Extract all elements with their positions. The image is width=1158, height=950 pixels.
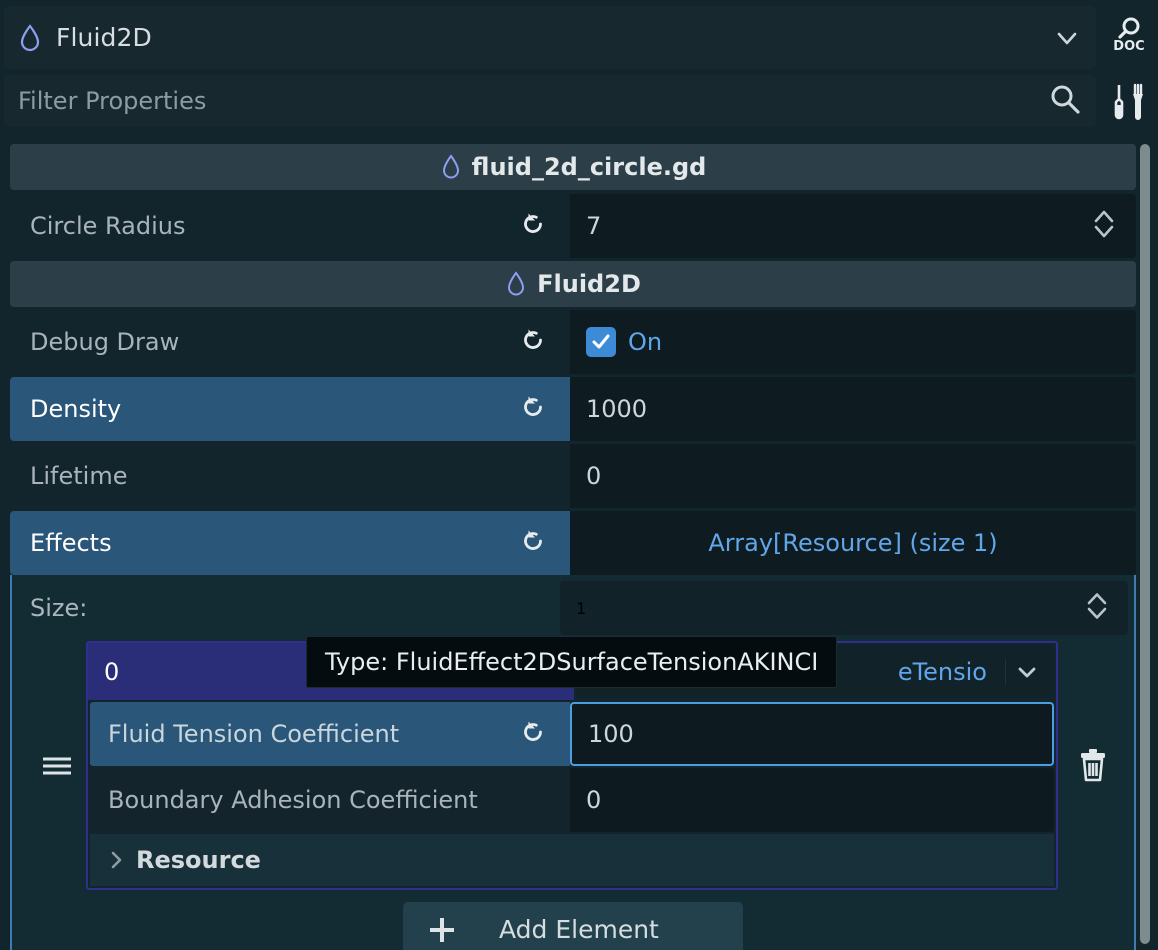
drag-handle-icon[interactable]: [28, 641, 86, 890]
property-value: 7: [586, 212, 602, 240]
array-editor: Size: 1 0 eTensio Fluid Tension Coeffici…: [10, 575, 1136, 950]
property-value: On: [628, 328, 663, 356]
property-label-cell: Circle Radius: [10, 194, 570, 258]
svg-text:DOC: DOC: [1113, 39, 1144, 54]
property-row-lifetime: Lifetime 0: [10, 444, 1136, 508]
revert-icon[interactable]: [518, 325, 548, 359]
tools-icon: [1114, 83, 1143, 120]
type-tooltip: Type: FluidEffect2DSurfaceTensionAKINCI: [306, 636, 838, 688]
array-size-label: Size:: [30, 594, 88, 622]
object-title: Fluid2D: [56, 23, 152, 52]
property-value-cell[interactable]: 1000: [570, 377, 1136, 441]
property-label: Boundary Adhesion Coefficient: [108, 786, 478, 814]
property-row-effects: Effects Array[Resource] (size 1): [10, 511, 1136, 575]
open-documentation-button[interactable]: DOC: [1100, 0, 1158, 71]
resource-expand-row[interactable]: Resource: [90, 834, 1054, 886]
property-value-input[interactable]: 100: [570, 702, 1054, 766]
property-value: 0: [586, 462, 602, 490]
property-value: 1000: [586, 395, 648, 423]
array-size-input[interactable]: 1: [560, 581, 1128, 635]
fluid-drop-icon: [18, 23, 42, 52]
chevron-down-icon[interactable]: [1005, 658, 1040, 685]
filter-row: Filter Properties: [0, 73, 1158, 131]
property-label-cell: Lifetime: [10, 444, 570, 508]
revert-icon[interactable]: [518, 392, 548, 426]
property-label-cell: Density: [10, 377, 570, 441]
property-value: 100: [588, 720, 634, 748]
revert-icon[interactable]: [518, 526, 548, 560]
revert-icon[interactable]: [518, 209, 548, 243]
property-row-circle-radius: Circle Radius 7: [10, 194, 1136, 258]
array-size-row: Size: 1: [12, 575, 1134, 641]
property-label-cell: Debug Draw: [10, 310, 570, 374]
property-value: 0: [586, 786, 602, 814]
property-label: Fluid Tension Coefficient: [108, 720, 400, 748]
vertical-scrollbar[interactable]: [1140, 144, 1150, 944]
property-label: Debug Draw: [30, 328, 180, 356]
property-label: Effects: [30, 529, 112, 557]
trash-icon: [1081, 748, 1105, 781]
property-label-cell: Boundary Adhesion Coefficient: [90, 768, 570, 832]
section-title: Fluid2D: [537, 270, 641, 298]
plus-icon: [425, 913, 459, 947]
section-title: fluid_2d_circle.gd: [471, 153, 707, 181]
add-element-label: Add Element: [499, 915, 659, 944]
filter-placeholder: Filter Properties: [18, 87, 207, 115]
chevron-down-icon[interactable]: [1052, 23, 1082, 53]
revert-icon[interactable]: [518, 717, 548, 751]
spinner-updown-icon[interactable]: [1084, 588, 1110, 628]
object-selector[interactable]: Fluid2D: [4, 6, 1096, 69]
property-label: Lifetime: [30, 462, 128, 490]
property-label-cell: Fluid Tension Coefficient: [90, 702, 570, 766]
spinner-updown-icon[interactable]: [1090, 205, 1118, 247]
section-header-script[interactable]: fluid_2d_circle.gd: [10, 144, 1136, 190]
inspector-tools-button[interactable]: [1100, 73, 1158, 131]
search-doc-icon: DOC: [1113, 17, 1145, 54]
property-label: Density: [30, 395, 122, 423]
array-summary-cell[interactable]: Array[Resource] (size 1): [570, 511, 1136, 575]
fluid-drop-icon: [440, 154, 462, 180]
property-row-fluid-tension-coefficient: Fluid Tension Coefficient 100: [90, 702, 1054, 766]
inspector-properties: fluid_2d_circle.gd Circle Radius 7 Fluid…: [0, 136, 1158, 950]
property-value-cell[interactable]: 7: [570, 194, 1136, 258]
add-element-row: Add Element: [12, 890, 1134, 950]
delete-element-button[interactable]: [1058, 641, 1128, 890]
array-element-index-label: 0: [104, 657, 120, 686]
add-element-button[interactable]: Add Element: [403, 902, 743, 950]
property-label-cell: Effects: [10, 511, 570, 575]
section-header-class[interactable]: Fluid2D: [10, 261, 1136, 307]
array-size-value: 1: [576, 598, 587, 618]
property-label: Circle Radius: [30, 212, 186, 240]
property-row-density: Density 1000: [10, 377, 1136, 441]
inspector-panel: Fluid2D DOC Filter Properties fluid_2d_c…: [0, 0, 1158, 950]
fluid-drop-icon: [505, 271, 527, 297]
chevron-right-icon[interactable]: [108, 849, 126, 871]
search-icon[interactable]: [1048, 82, 1082, 120]
resource-expand-label: Resource: [136, 846, 261, 874]
property-row-boundary-adhesion-coefficient: Boundary Adhesion Coefficient 0: [90, 768, 1054, 832]
inspector-header: Fluid2D DOC: [0, 0, 1158, 71]
array-summary: Array[Resource] (size 1): [708, 529, 998, 557]
resource-type-label: eTensio: [897, 657, 987, 686]
property-value-input[interactable]: 0: [570, 768, 1054, 832]
property-value-cell[interactable]: On: [570, 310, 1136, 374]
checkbox-debug-draw[interactable]: [586, 327, 616, 357]
array-size-label-cell: Size:: [12, 575, 560, 641]
search-input[interactable]: Filter Properties: [4, 75, 1096, 127]
property-value-cell[interactable]: 0: [570, 444, 1136, 508]
property-row-debug-draw: Debug Draw On: [10, 310, 1136, 374]
